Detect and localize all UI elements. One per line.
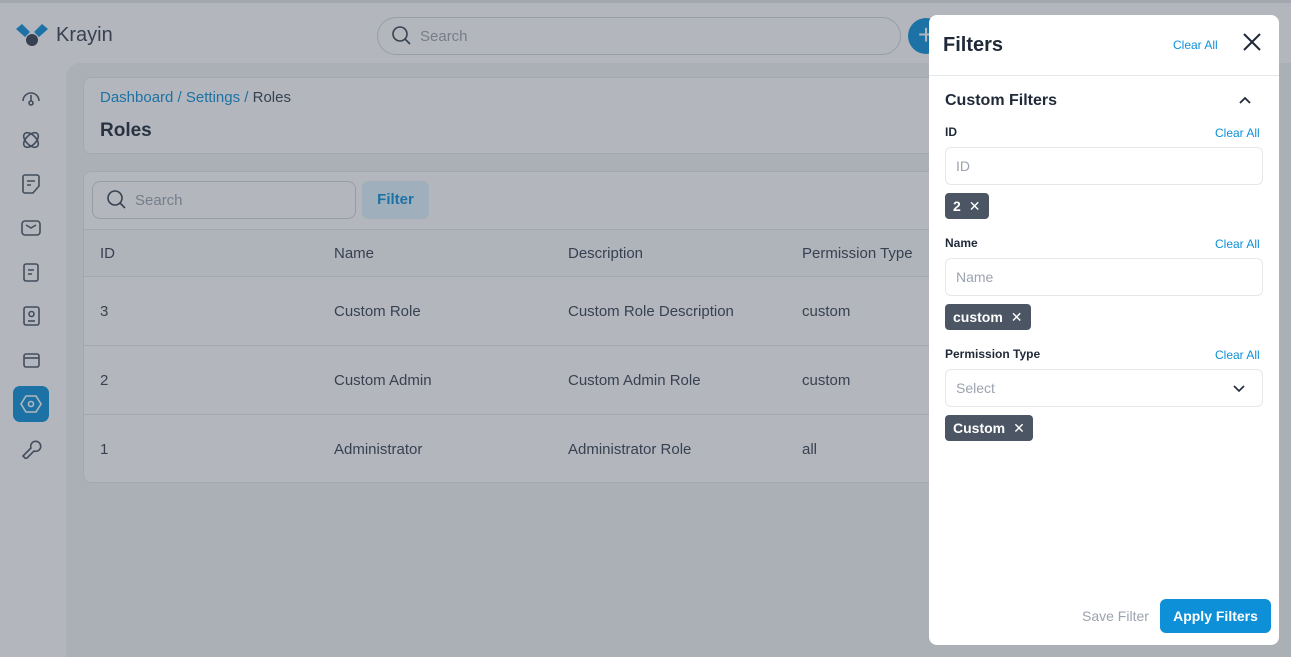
id-clear-all-link[interactable]: Clear All <box>1215 126 1260 140</box>
permission-type-filter-chip: Custom ✕ <box>945 415 1033 441</box>
remove-chip-icon[interactable]: ✕ <box>969 198 981 215</box>
remove-chip-icon[interactable]: ✕ <box>1011 309 1023 326</box>
id-filter-label: ID <box>945 125 957 139</box>
filters-title: Filters <box>943 34 1004 56</box>
permission-type-filter-label: Permission Type <box>945 347 1041 361</box>
remove-chip-icon[interactable]: ✕ <box>1013 420 1025 437</box>
name-filter-chip: custom ✕ <box>945 304 1031 330</box>
permission-type-clear-all-link[interactable]: Clear All <box>1215 348 1260 362</box>
id-filter-chip: 2 ✕ <box>945 193 989 219</box>
name-filter-label: Name <box>945 236 978 250</box>
save-filter-button[interactable]: Save Filter <box>1082 608 1149 624</box>
custom-filters-heading: Custom Filters <box>945 92 1058 109</box>
clear-all-filters-link[interactable]: Clear All <box>1173 38 1218 52</box>
close-icon[interactable] <box>1242 32 1262 52</box>
chevron-up-icon[interactable] <box>1238 95 1252 105</box>
select-placeholder: Select <box>956 380 995 396</box>
filters-header: Filters Clear All <box>929 15 1279 76</box>
name-clear-all-link[interactable]: Clear All <box>1215 237 1260 251</box>
chip-value: custom <box>953 309 1003 325</box>
filters-drawer: Filters Clear All Custom Filters ID Clea… <box>929 15 1279 645</box>
permission-type-select[interactable]: Select <box>945 369 1263 407</box>
chip-value: Custom <box>953 420 1006 436</box>
id-filter-input[interactable]: ID <box>945 147 1263 185</box>
chevron-down-icon <box>1233 385 1245 393</box>
apply-filters-button[interactable]: Apply Filters <box>1160 599 1271 633</box>
chip-value: 2 <box>953 198 961 214</box>
name-filter-input[interactable]: Name <box>945 258 1263 296</box>
